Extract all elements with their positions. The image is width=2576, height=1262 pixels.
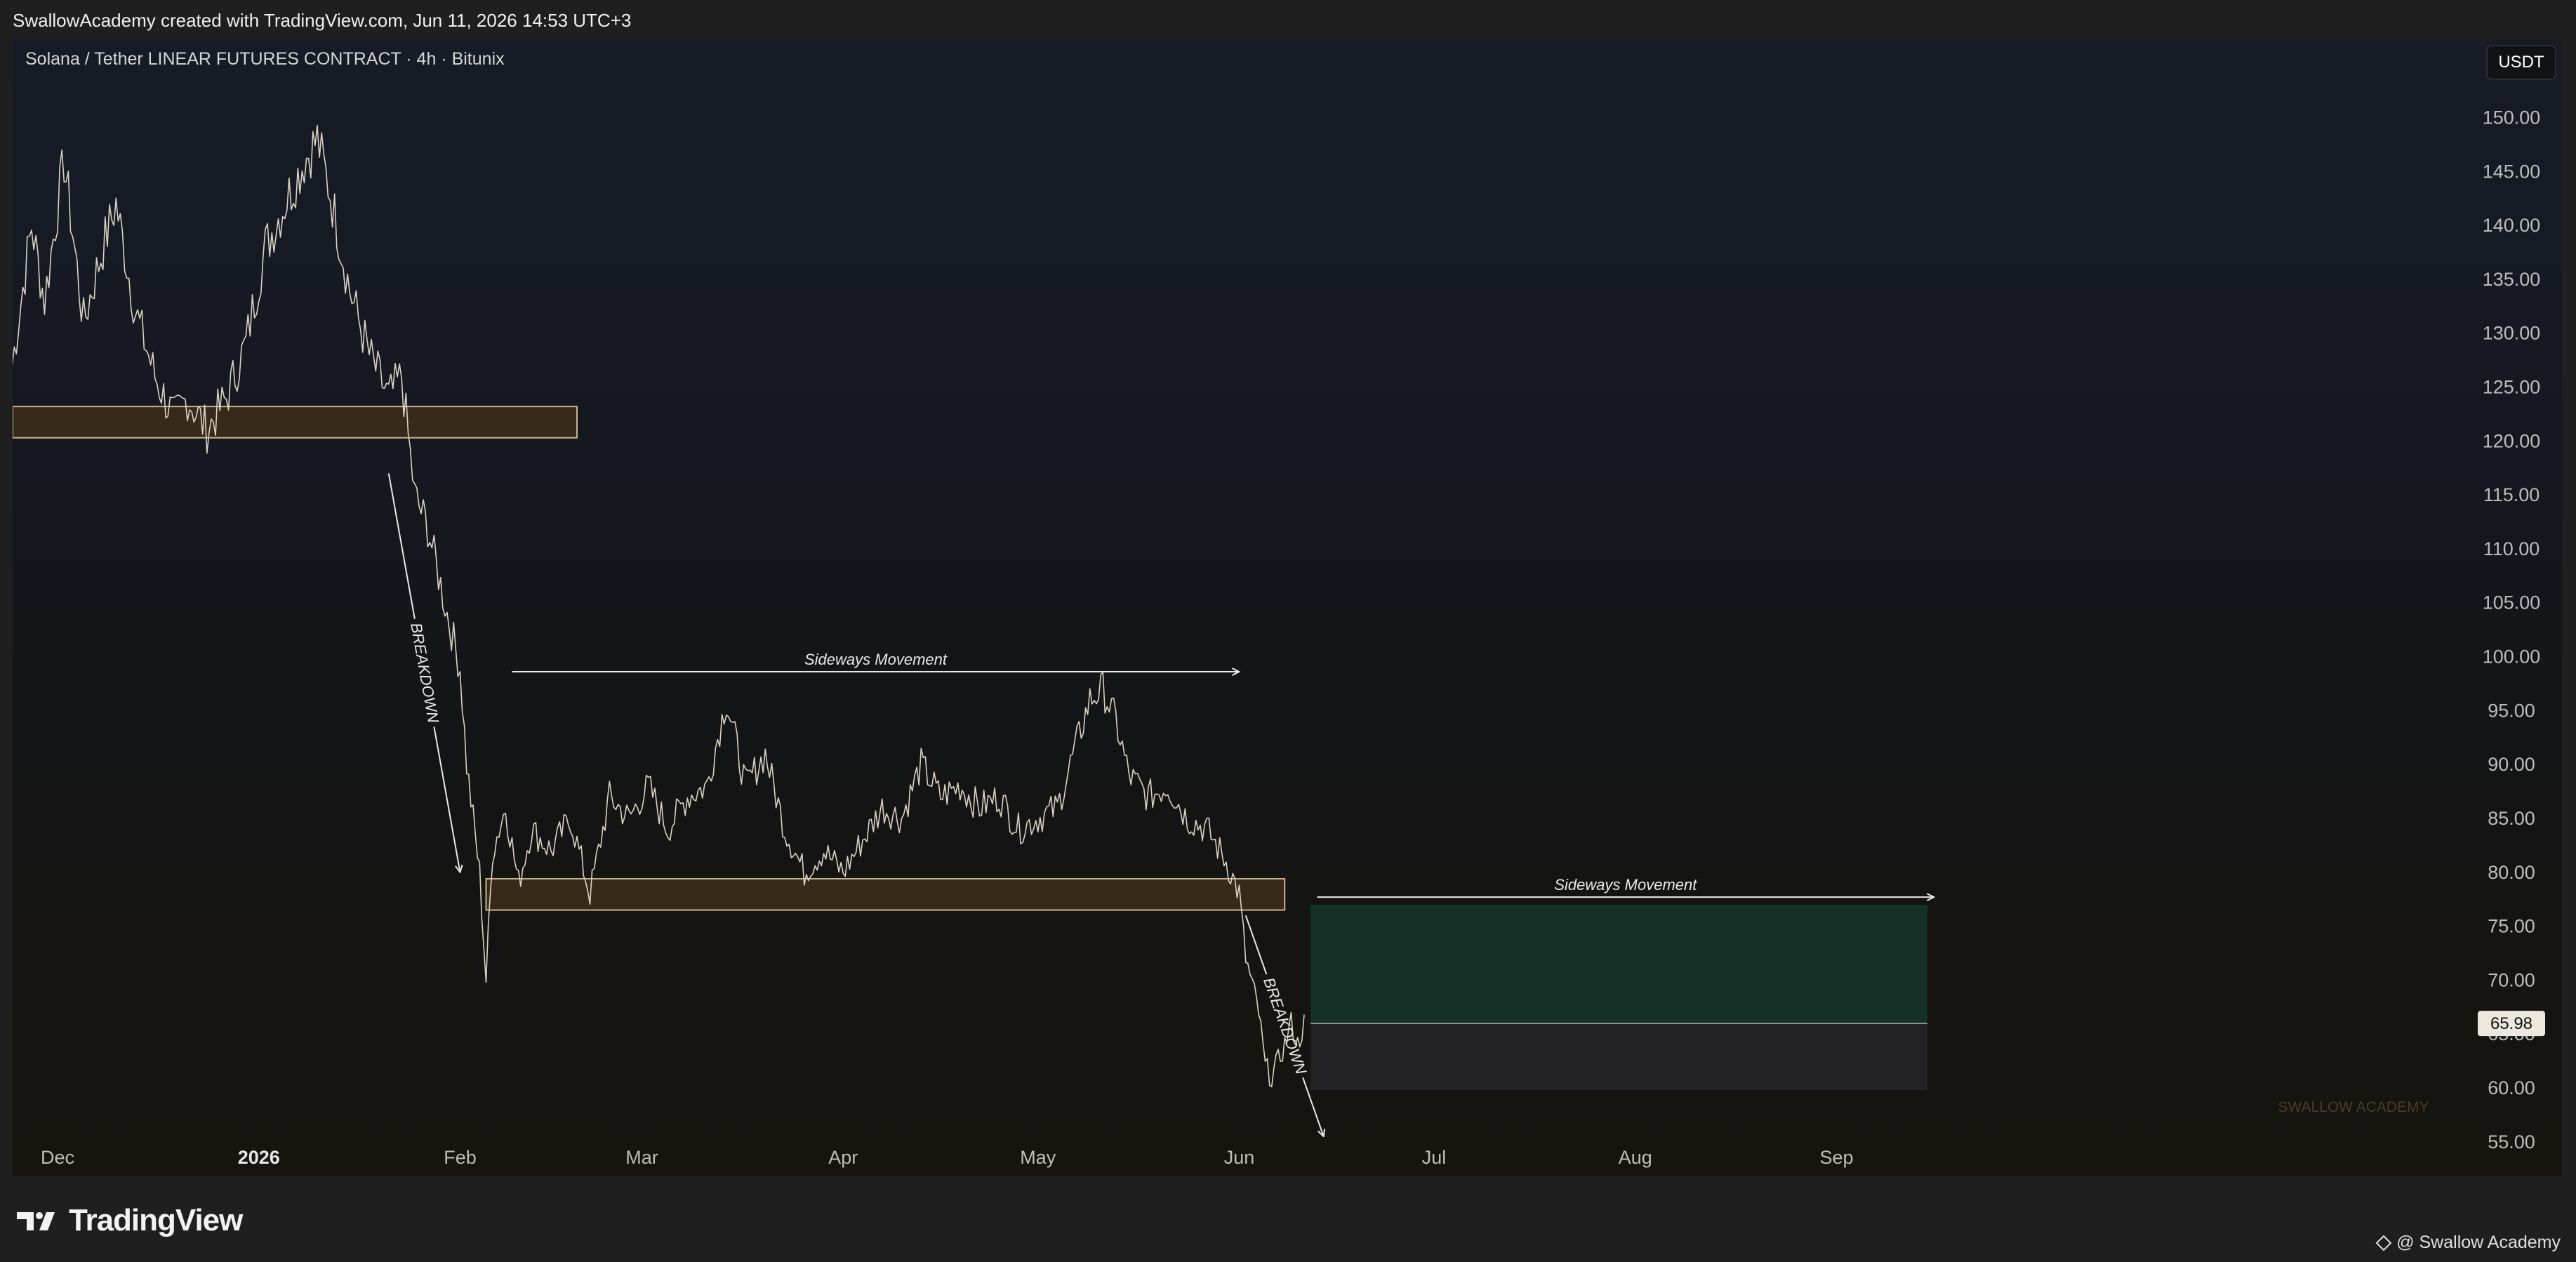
author-name: @ Swallow Academy [2396, 1233, 2561, 1252]
x-tick-label: Mar [625, 1147, 658, 1168]
sideways-label-2: Sideways Movement [804, 651, 948, 668]
currency-button[interactable]: USDT [2486, 45, 2556, 80]
tradingview-wordmark: TradingView [69, 1203, 243, 1237]
y-tick-label: 100.00 [2483, 646, 2541, 667]
x-tick-label: Sep [1819, 1147, 1853, 1168]
x-tick-label: Apr [828, 1147, 858, 1168]
x-tick-label: 2026 [238, 1147, 280, 1168]
y-tick-label: 110.00 [2483, 538, 2540, 559]
y-tick-label: 120.00 [2483, 430, 2541, 451]
watermark: SWALLOW ACADEMY [2278, 1099, 2429, 1115]
breakdown-line-1[interactable] [387, 473, 416, 619]
credit-text: SwallowAcademy created with TradingView.… [13, 10, 632, 31]
y-tick-label: 95.00 [2488, 700, 2535, 721]
y-tick-label: 85.00 [2488, 808, 2535, 829]
tradingview-mark-icon [17, 1212, 55, 1230]
y-tick-label: 70.00 [2488, 969, 2535, 990]
y-tick-label: 135.00 [2483, 269, 2541, 290]
y-tick-label: 105.00 [2483, 592, 2541, 613]
bottom-bar: TradingView @ Swallow Academy [0, 1176, 2576, 1262]
y-tick-label: 80.00 [2488, 862, 2535, 883]
sideways-label-4: Sideways Movement [1554, 876, 1697, 894]
breakdown-arrow-1[interactable] [433, 726, 460, 872]
diamond-icon [2375, 1235, 2392, 1251]
y-tick-label: 60.00 [2488, 1077, 2535, 1098]
support-zone-2[interactable] [485, 878, 1286, 911]
x-tick-label: Jun [1224, 1147, 1255, 1168]
y-tick-label: 75.00 [2488, 916, 2535, 937]
projection-target-zone[interactable] [1310, 904, 1927, 1024]
price-series-1[interactable] [13, 124, 1305, 1088]
breakdown-label-1: BREAKDOWN [407, 621, 442, 724]
x-tick-label: Feb [444, 1147, 477, 1168]
chart-panel[interactable]: BREAKDOWN Sideways Movement BREAKDOWN Sidew… [13, 39, 2562, 1176]
last-price-label: 65.98 [2478, 1011, 2545, 1037]
y-tick-label: 150.00 [2483, 107, 2541, 128]
x-tick-label: Aug [1619, 1147, 1652, 1168]
support-zone-1[interactable] [13, 406, 578, 439]
tradingview-logo[interactable]: TradingView [15, 1203, 243, 1238]
x-tick-label: May [1020, 1147, 1056, 1168]
author-credit[interactable]: @ Swallow Academy [2375, 1233, 2561, 1253]
y-tick-label: 125.00 [2483, 376, 2541, 397]
x-tick-label: Jul [1422, 1147, 1447, 1168]
y-tick-label: 130.00 [2483, 323, 2541, 344]
x-tick-label: Dec [41, 1147, 74, 1168]
symbol-title: Solana / Tether LINEAR FUTURES CONTRACT … [25, 49, 505, 69]
y-tick-label: 90.00 [2488, 754, 2535, 775]
svg-text:65.98: 65.98 [2490, 1014, 2532, 1033]
y-tick-label: 140.00 [2483, 215, 2541, 236]
top-bar: SwallowAcademy created with TradingView.… [0, 0, 2576, 39]
price-chart[interactable]: BREAKDOWN Sideways MovementBREAKDOWNSidew… [13, 39, 2562, 1176]
y-tick-label: 145.00 [2483, 161, 2541, 182]
projection-lower-zone[interactable] [1310, 1023, 1927, 1091]
y-tick-label: 55.00 [2488, 1131, 2535, 1153]
y-tick-label: 115.00 [2483, 484, 2540, 505]
